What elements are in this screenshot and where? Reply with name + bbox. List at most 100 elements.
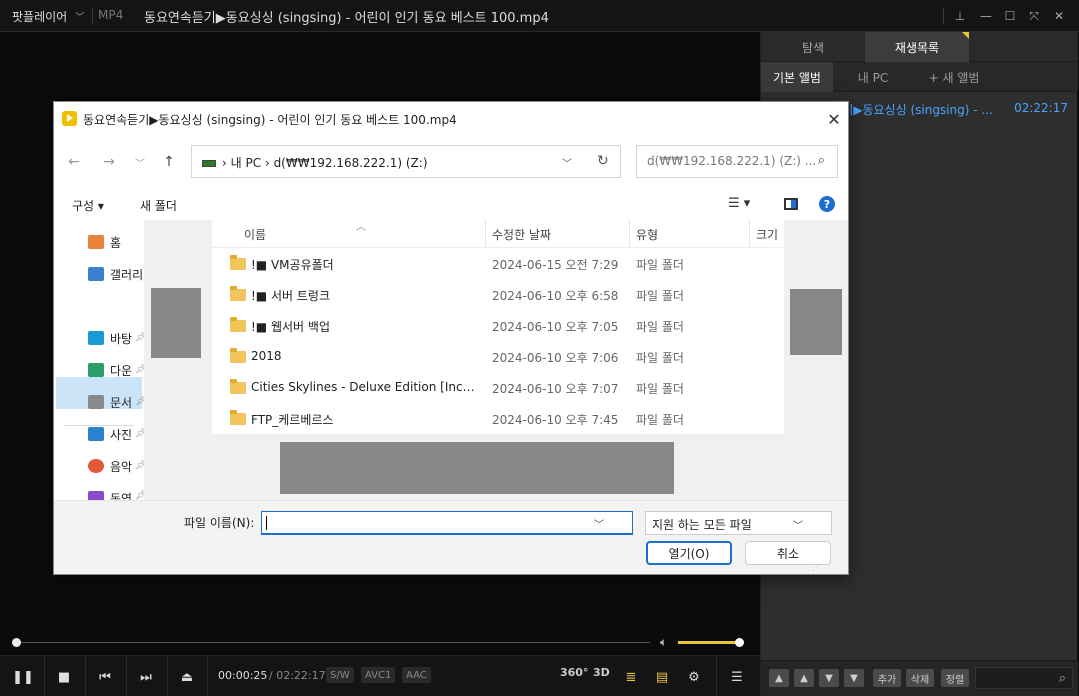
sort-ascending-icon: ︿ <box>356 222 366 233</box>
breadcrumb-drive[interactable]: d(₩₩192.168.222.1) (Z:) <box>274 156 428 170</box>
seek-handle[interactable] <box>11 638 21 647</box>
file-name: FTP_케르베르스 <box>251 413 334 427</box>
chevron-down-icon[interactable]: ﹀ <box>562 155 572 170</box>
chevron-down-icon[interactable]: ﹀ <box>129 151 151 173</box>
video-codec-badge[interactable]: AVC1 <box>361 667 396 683</box>
column-name[interactable]: 이름 <box>244 226 266 243</box>
filetype-value: 지원 하는 모든 파일 <box>652 518 752 532</box>
folder-icon <box>230 286 246 301</box>
file-row[interactable]: !■ 서버 트렁크 2024-06-10 오후 6:58 파일 폴더 <box>212 280 784 311</box>
folder-icon <box>230 379 246 394</box>
column-type[interactable]: 유형 <box>636 226 658 243</box>
add-button[interactable]: 추가 <box>873 669 901 687</box>
divider <box>85 656 86 696</box>
column-size[interactable]: 크기 <box>756 226 778 243</box>
move-bottom-button[interactable]: ▼ <box>844 669 864 687</box>
maximize-icon[interactable]: ☐ <box>1000 6 1020 26</box>
volume-handle[interactable] <box>735 638 744 647</box>
resize-grip-icon[interactable]: ⋰ <box>812 563 820 572</box>
audio-codec-badge[interactable]: AAC <box>402 667 431 683</box>
move-top-button[interactable]: ▲ <box>769 669 789 687</box>
chevron-down-icon: ﹀ <box>793 521 803 532</box>
volume-slider[interactable] <box>678 641 740 644</box>
folder-icon <box>230 255 246 270</box>
pictures-icon <box>88 427 104 441</box>
search-input[interactable]: d(₩₩192.168.222.1) (Z:) ... ⌕ <box>636 145 838 178</box>
fullscreen-icon[interactable]: ⤧ <box>1024 6 1044 26</box>
help-icon[interactable]: ? <box>819 196 835 212</box>
divider <box>485 220 486 248</box>
nav-scrollbar-thumb[interactable] <box>151 288 201 358</box>
open-button[interactable]: 열기(O) <box>646 541 732 565</box>
tab-playlist[interactable]: 재생목록 <box>865 32 969 62</box>
file-row[interactable]: 2018 2024-06-10 오후 7:06 파일 폴더 <box>212 342 784 373</box>
file-name: !■ VM공유폴더 <box>251 258 334 272</box>
tab-browse[interactable]: 탐색 <box>761 32 865 62</box>
filename-input[interactable]: ﹀ <box>261 511 633 535</box>
close-icon[interactable]: ✕ <box>824 109 844 129</box>
tab-my-pc[interactable]: 내 PC <box>837 62 909 92</box>
total-time: / 02:22:17 <box>269 669 326 682</box>
volume-icon[interactable]: 🔈︎ <box>660 635 667 650</box>
3d-icon[interactable]: 3D <box>593 666 610 679</box>
move-down-button[interactable]: ▼ <box>819 669 839 687</box>
brand-menu-button[interactable]: 팟플레이어 ﹀ <box>0 0 92 32</box>
divider <box>716 656 717 696</box>
file-type: 파일 폴더 <box>636 351 684 365</box>
minimize-icon[interactable]: — <box>976 6 996 26</box>
folder-icon <box>230 410 246 425</box>
list-vertical-scrollbar[interactable] <box>784 220 848 500</box>
previous-icon[interactable]: ⏮︎ <box>91 664 119 690</box>
column-header: ︿ 이름 수정한 날짜 유형 크기 <box>212 220 784 248</box>
subtitle-icon[interactable]: ▤ <box>648 664 676 690</box>
delete-button[interactable]: 삭제 <box>906 669 934 687</box>
video-icon <box>88 491 104 500</box>
eject-icon[interactable]: ⏏︎ <box>173 664 201 690</box>
pin-icon[interactable]: ⊥ <box>950 6 970 26</box>
forward-arrow-icon[interactable]: → <box>98 151 120 173</box>
playlist-toolbar: ▲ ▲ ▼ ▼ 추가 삭제 정렬 ⌕ <box>761 660 1078 696</box>
list-horizontal-scrollbar[interactable] <box>212 434 784 500</box>
seek-bar[interactable] <box>14 642 650 643</box>
filetype-select[interactable]: 지원 하는 모든 파일 ﹀ <box>645 511 832 535</box>
file-row[interactable]: Cities Skylines - Deluxe Edition [Incl D… <box>212 373 784 404</box>
organize-button[interactable]: 구성 ▾ <box>72 197 104 214</box>
chevron-down-icon[interactable]: ﹀ <box>594 516 604 531</box>
file-row[interactable]: !■ VM공유폴더 2024-06-15 오전 7:29 파일 폴더 <box>212 249 784 280</box>
breadcrumb-my-pc[interactable]: 내 PC <box>231 156 261 170</box>
nav-scrollbar[interactable] <box>144 220 212 500</box>
new-folder-button[interactable]: 새 폴더 <box>140 197 177 214</box>
preview-pane-icon[interactable] <box>784 198 798 210</box>
back-arrow-icon[interactable]: ← <box>63 151 85 173</box>
column-modified[interactable]: 수정한 날짜 <box>492 226 551 243</box>
home-icon <box>88 235 104 249</box>
format-label: MP4 <box>98 8 124 22</box>
tab-default-album[interactable]: 기본 앨범 <box>761 62 833 92</box>
gear-icon[interactable]: ⚙ <box>680 664 708 690</box>
pause-icon[interactable]: ❚❚ <box>9 664 37 690</box>
view-options-icon[interactable]: ☰ ▾ <box>728 196 750 211</box>
folder-icon <box>230 317 246 332</box>
refresh-icon[interactable]: ↻ <box>597 153 609 169</box>
playlist-search-input[interactable]: ⌕ <box>975 667 1073 689</box>
horizontal-scrollbar-thumb[interactable] <box>280 442 674 494</box>
dialog-toolbar: 구성 ▾ 새 폴더 ☰ ▾ ? <box>54 189 848 219</box>
file-row[interactable]: FTP_케르베르스 2024-06-10 오후 7:45 파일 폴더 <box>212 404 784 435</box>
vr-360-icon[interactable]: 360° <box>560 666 588 679</box>
move-up-button[interactable]: ▲ <box>794 669 814 687</box>
sort-button[interactable]: 정렬 <box>941 669 969 687</box>
list-scrollbar-thumb[interactable] <box>790 289 842 355</box>
tab-new-album[interactable]: + 새 앨범 <box>913 62 995 92</box>
file-name: 2018 <box>251 349 282 363</box>
cancel-button[interactable]: 취소 <box>745 541 831 565</box>
decoder-badge[interactable]: S/W <box>326 667 354 683</box>
playlist-search-icon[interactable]: ≣ <box>617 664 645 690</box>
address-bar[interactable]: › 내 PC › d(₩₩192.168.222.1) (Z:) ﹀ ↻ <box>191 145 621 178</box>
menu-icon[interactable]: ☰ <box>723 664 751 690</box>
stop-icon[interactable]: ■ <box>50 664 78 690</box>
next-icon[interactable]: ⏭︎ <box>132 664 160 690</box>
potplayer-logo-icon <box>62 111 77 126</box>
up-arrow-icon[interactable]: ↑ <box>158 151 180 173</box>
file-row[interactable]: !■ 웹서버 백업 2024-06-10 오후 7:05 파일 폴더 <box>212 311 784 342</box>
close-icon[interactable]: ✕ <box>1049 6 1069 26</box>
